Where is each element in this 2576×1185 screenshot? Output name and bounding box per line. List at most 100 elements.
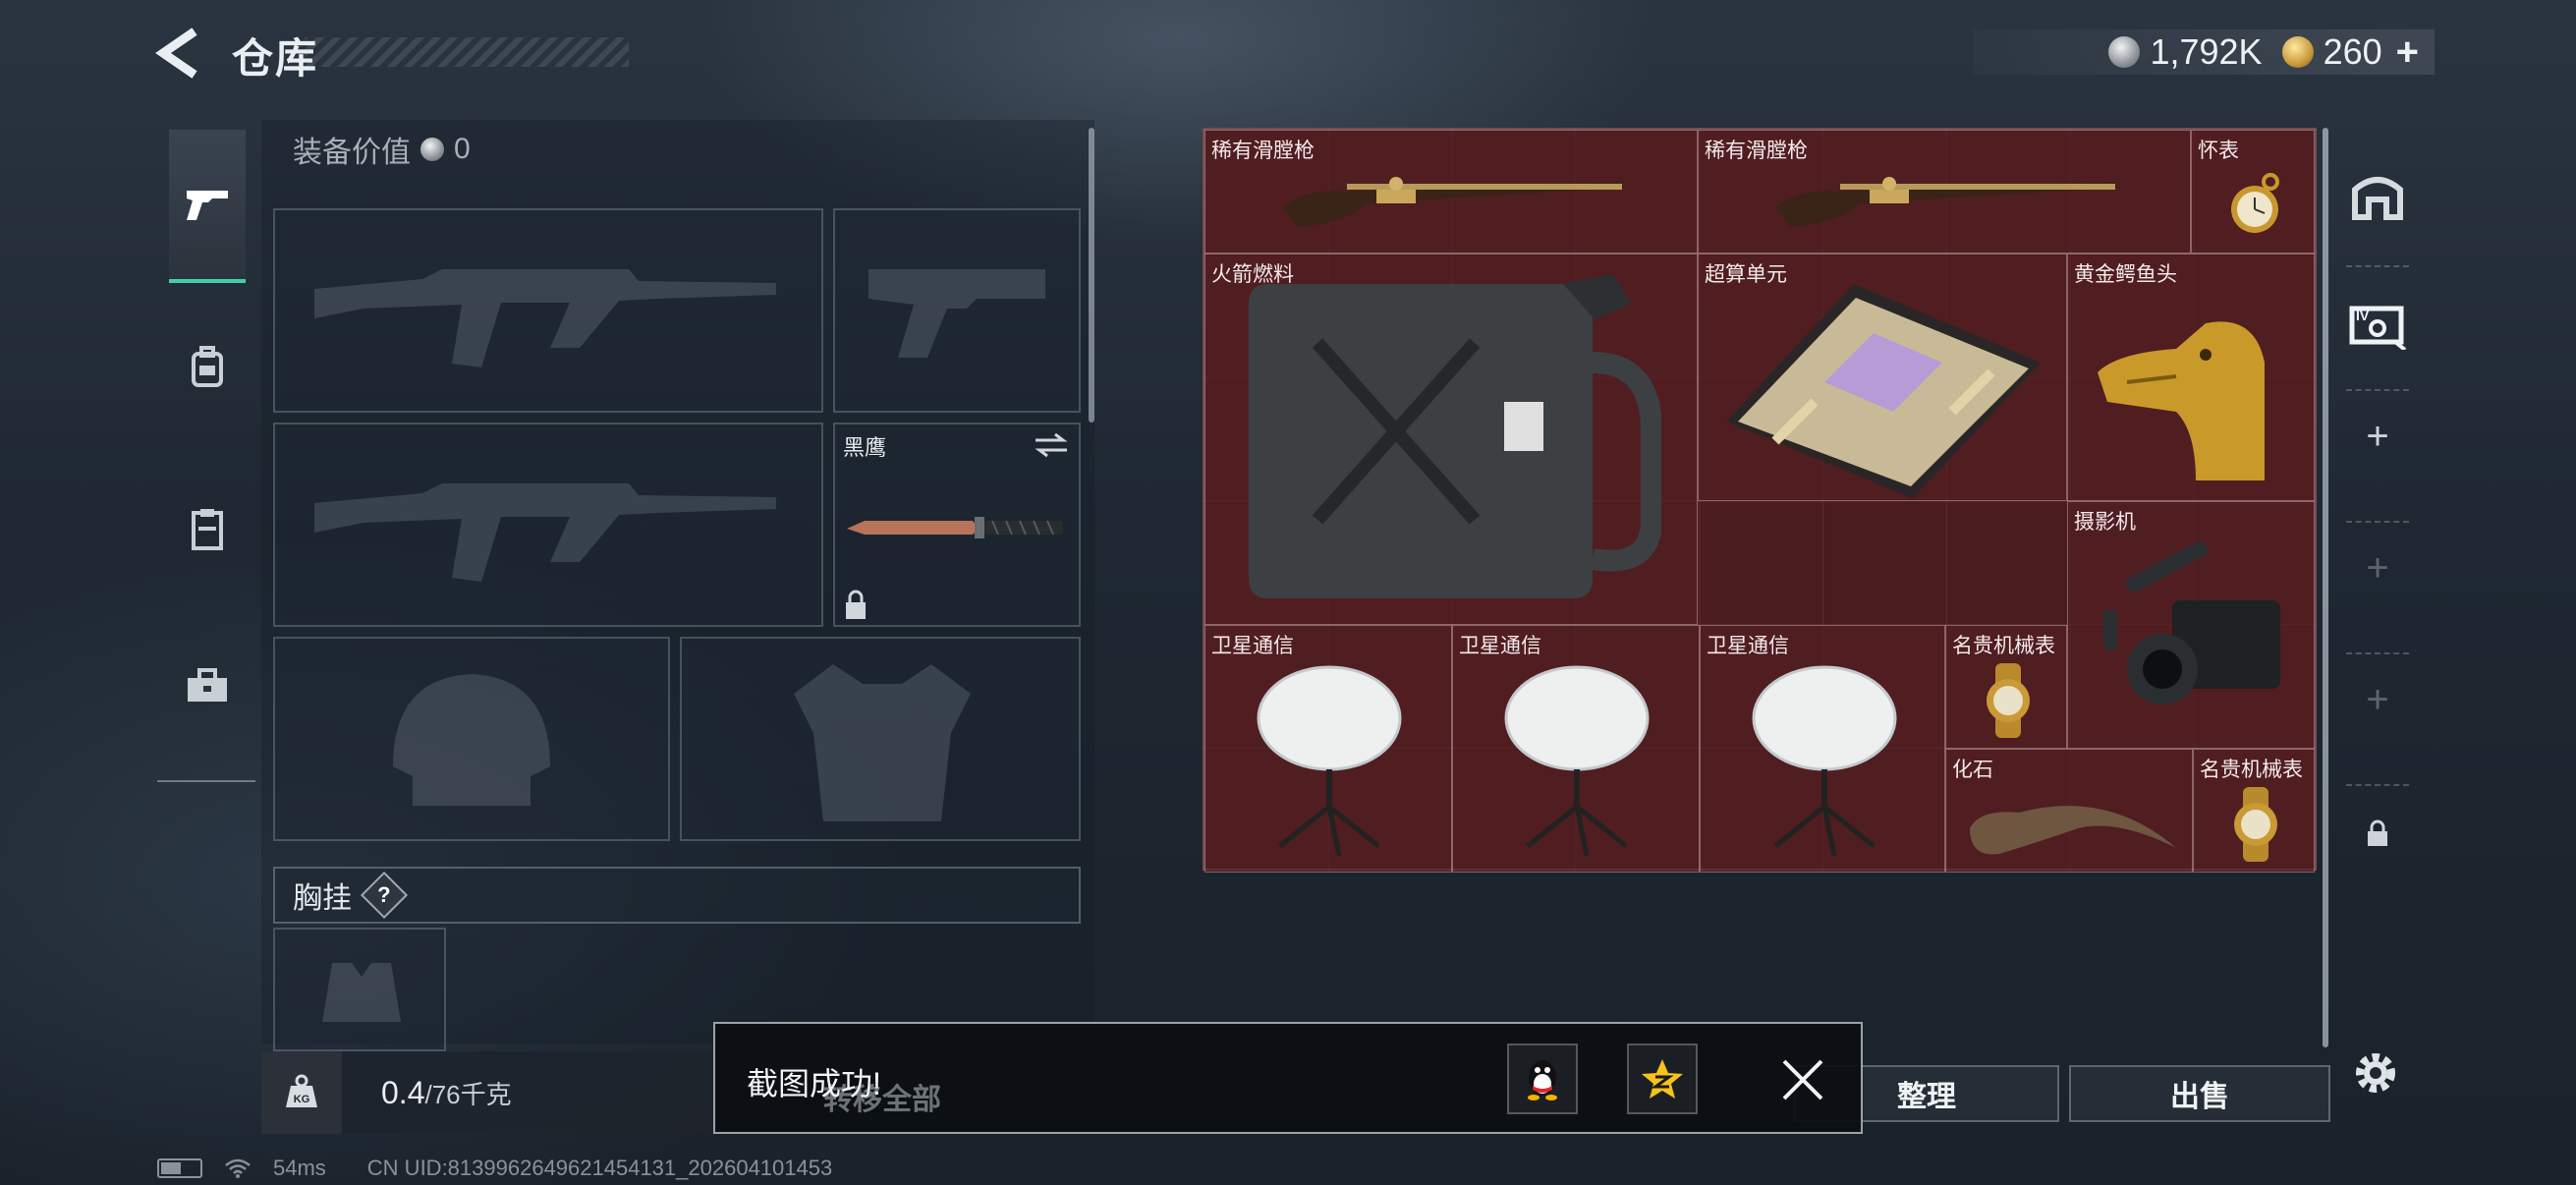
body-armor-silhouette-icon bbox=[794, 664, 971, 821]
item-satellite-comms[interactable]: 卫星通信 bbox=[1700, 625, 1945, 873]
chest-rig-silhouette-icon bbox=[322, 963, 401, 1022]
weight-readout: 0.4/76千克 bbox=[381, 1075, 512, 1111]
item-fossil[interactable]: 化石 bbox=[1945, 749, 2193, 873]
fuel-can-icon bbox=[1249, 274, 1661, 598]
svg-text:IV: IV bbox=[2356, 308, 2370, 323]
add-currency-button[interactable]: + bbox=[2396, 30, 2419, 75]
item-label: 黄金鳄鱼头 bbox=[2074, 263, 2177, 286]
plus-icon: + bbox=[2366, 677, 2389, 721]
tab-toolbox[interactable] bbox=[169, 609, 246, 762]
plus-icon: + bbox=[2366, 545, 2389, 590]
title-decoration bbox=[305, 37, 629, 67]
help-icon[interactable]: ? bbox=[360, 871, 409, 920]
rifle-silhouette-icon bbox=[314, 483, 776, 582]
svg-text:KG: KG bbox=[294, 1094, 310, 1105]
gold-coin-icon bbox=[2281, 36, 2314, 68]
locked-storage[interactable] bbox=[2338, 814, 2417, 853]
tab-weapons[interactable] bbox=[169, 130, 246, 283]
melee-slot[interactable]: 黑鹰 bbox=[833, 423, 1081, 627]
battery-icon bbox=[157, 1158, 202, 1178]
silver-currency-value: 1,792K bbox=[2150, 31, 2263, 72]
wristwatch-icon bbox=[2234, 787, 2277, 862]
back-button[interactable] bbox=[155, 28, 204, 79]
plus-icon: + bbox=[2366, 414, 2389, 458]
satellite-dish-icon bbox=[1752, 665, 1897, 857]
tab-backpack[interactable] bbox=[169, 291, 246, 444]
equipment-value: 装备价值 0 bbox=[293, 128, 471, 171]
tab-stash[interactable] bbox=[2338, 157, 2417, 236]
body-armor-slot[interactable] bbox=[680, 637, 1081, 841]
settings-button[interactable] bbox=[2350, 1047, 2401, 1099]
item-golden-crocodile-head[interactable]: 黄金鳄鱼头 bbox=[2067, 254, 2315, 501]
item-video-camera[interactable]: 摄影机 bbox=[2067, 501, 2315, 749]
silver-currency[interactable]: 1,792K bbox=[2108, 31, 2263, 73]
screenshot-toast: 转移全部 截图成功! bbox=[713, 1022, 1863, 1134]
ping-readout: 54ms bbox=[273, 1156, 326, 1180]
wristwatch-icon bbox=[1987, 663, 2030, 738]
item-label: 卫星通信 bbox=[1211, 635, 1294, 657]
pistol-icon bbox=[187, 191, 228, 220]
melee-item-name: 黑鹰 bbox=[843, 435, 887, 460]
helmet-slot[interactable] bbox=[273, 637, 670, 841]
sidearm-slot[interactable] bbox=[833, 208, 1081, 413]
tab-rig[interactable] bbox=[169, 452, 246, 605]
weight-icon: KG bbox=[261, 1051, 342, 1134]
swap-icon[interactable] bbox=[1032, 430, 1071, 460]
item-rare-musket[interactable]: 稀有滑膛枪 bbox=[1204, 130, 1698, 254]
weight-current: 0.4 bbox=[381, 1074, 425, 1110]
toolbox-icon bbox=[188, 668, 227, 702]
equipment-value-label: 装备价值 bbox=[293, 137, 411, 169]
currency-bar: 1,792K 260 + bbox=[1973, 29, 2435, 75]
item-label: 怀表 bbox=[2198, 140, 2239, 162]
item-label: 超算单元 bbox=[1705, 263, 1787, 286]
chest-rig-header[interactable]: 胸挂 ? bbox=[273, 867, 1081, 924]
weight-capacity: /76千克 bbox=[424, 1079, 512, 1109]
sell-button[interactable]: 出售 bbox=[2069, 1065, 2330, 1122]
item-rocket-fuel[interactable]: 火箭燃料 bbox=[1204, 254, 1698, 625]
item-luxury-wristwatch[interactable]: 名贵机械表 bbox=[2193, 749, 2315, 873]
pistol-silhouette-icon bbox=[868, 269, 1045, 358]
qzone-star-icon bbox=[1642, 1059, 1683, 1099]
system-status-bar: 54ms CN UID:8139962649621454131_20260410… bbox=[157, 1156, 832, 1181]
golden-crocodile-head-icon bbox=[2098, 321, 2265, 480]
circuit-board-icon bbox=[1726, 284, 2041, 498]
lock-icon bbox=[846, 590, 866, 619]
toast-message: 截图成功! bbox=[747, 1066, 881, 1101]
item-label: 名贵机械表 bbox=[2200, 759, 2303, 781]
add-storage-button-disabled[interactable]: + bbox=[2338, 670, 2417, 729]
qq-penguin-icon bbox=[1528, 1060, 1557, 1100]
satellite-dish-icon bbox=[1257, 665, 1402, 857]
tab-collection[interactable]: IV bbox=[2338, 285, 2417, 364]
back-arrow-icon bbox=[155, 28, 197, 79]
musket-icon bbox=[1775, 177, 2117, 227]
inventory-scrollbar[interactable] bbox=[2323, 128, 2328, 1047]
item-satellite-comms[interactable]: 卫星通信 bbox=[1452, 625, 1700, 873]
close-icon bbox=[1782, 1059, 1823, 1100]
musket-icon bbox=[1282, 177, 1624, 227]
item-supercomputer-unit[interactable]: 超算单元 bbox=[1698, 254, 2067, 501]
page-title: 仓库 bbox=[232, 35, 319, 82]
storage-tab-column: IV + + + bbox=[2338, 128, 2417, 875]
share-qq-button[interactable] bbox=[1507, 1044, 1578, 1114]
add-storage-button-disabled[interactable]: + bbox=[2338, 538, 2417, 597]
share-qzone-button[interactable] bbox=[1627, 1044, 1698, 1114]
gold-currency-value: 260 bbox=[2323, 31, 2382, 72]
close-toast-button[interactable] bbox=[1780, 1057, 1825, 1102]
equipment-value-number: 0 bbox=[454, 133, 471, 165]
rifle-silhouette-icon bbox=[314, 269, 776, 367]
item-luxury-wristwatch[interactable]: 名贵机械表 bbox=[1945, 625, 2067, 749]
item-label: 火箭燃料 bbox=[1211, 263, 1294, 286]
secondary-weapon-slot[interactable] bbox=[273, 423, 823, 627]
item-satellite-comms[interactable]: 卫星通信 bbox=[1204, 625, 1452, 873]
equipment-scrollbar[interactable] bbox=[1089, 128, 1094, 423]
primary-weapon-slot[interactable] bbox=[273, 208, 823, 413]
gold-currency[interactable]: 260 + bbox=[2281, 30, 2419, 75]
add-storage-button[interactable]: + bbox=[2338, 407, 2417, 466]
inventory-grid: 稀有滑膛枪 稀有滑膛枪 怀表 火箭燃料 超算单元 黄金鳄鱼头 摄影机 卫星通信 … bbox=[1203, 128, 2317, 873]
chest-rig-slot[interactable] bbox=[273, 928, 446, 1051]
item-rare-musket[interactable]: 稀有滑膛枪 bbox=[1698, 130, 2191, 254]
silver-coin-icon bbox=[420, 138, 444, 161]
item-pocket-watch[interactable]: 怀表 bbox=[2191, 130, 2315, 254]
item-label: 稀有滑膛枪 bbox=[1705, 140, 1808, 162]
item-label: 卫星通信 bbox=[1707, 635, 1789, 657]
